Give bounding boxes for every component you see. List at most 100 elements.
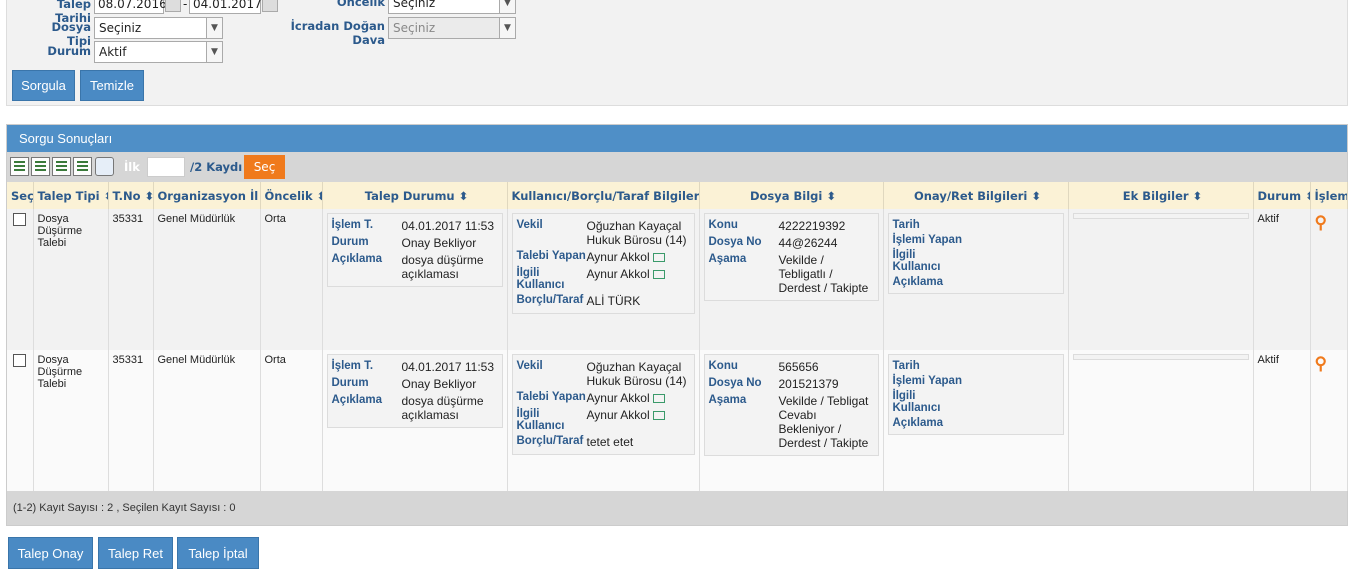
results-title: Sorgu Sonuçları [7,125,1347,152]
asama-label: Aşama [708,394,747,406]
talebi-yapan-label: Talebi Yapan [516,250,586,262]
oncelik-select[interactable]: Seçiniz ▼ [388,0,516,14]
chevron-down-icon: ▼ [206,42,222,62]
islem-t-value: 04.01.2017 11:53 [401,219,495,233]
icradan-label: İcradan Doğan Dava [290,19,385,47]
icradan-select[interactable]: Seçiniz ▼ [388,17,516,39]
talep-tipi: Dosya Düşürme Talebi [33,350,109,491]
ilk-input[interactable] [147,157,185,177]
sec-button[interactable]: Seç [244,155,285,179]
temizle-button[interactable]: Temizle [80,70,144,101]
dosya-tipi-value: Seçiniz [99,21,142,35]
organizasyon: Genel Müdürlük [153,350,261,491]
onay-aciklama-label: Açıklama [892,276,944,288]
vekil-label: Vekil [516,219,543,231]
ek-bilgiler-box [1072,354,1249,360]
asama-value: Vekilde / Tebligat Cevabı Bekleniyor / D… [778,394,869,450]
durum-value: Onay Bekliyor [401,377,477,391]
dosya-no-label: Dosya No [708,377,762,389]
export-icon[interactable] [52,157,71,176]
durum-select[interactable]: Aktif ▼ [94,41,223,63]
search-icon[interactable]: ⚲ [1315,213,1327,232]
durum-label: Durum [47,44,91,58]
col-kullanici[interactable]: Kullanıcı/Borçlu/Taraf Bilgileri ⬍ [507,182,700,209]
mail-icon[interactable] [652,253,665,263]
date-from-input[interactable]: 08.07.2016 [94,0,167,14]
col-ek-bilgiler[interactable]: Ek Bilgiler ⬍ [1068,182,1254,209]
dosya-no-label: Dosya No [708,236,762,248]
dosya-no-link[interactable]: 44@26244 [779,236,838,250]
col-durum[interactable]: Durum ⬍ [1253,182,1311,209]
tno: 35331 [108,350,154,491]
talebi-yapan-link[interactable]: Aynur Akkol [587,391,665,405]
oncelik-value: Seçiniz [393,0,436,10]
date-separator: - [183,0,188,11]
konu-value: 565656 [778,360,819,374]
dosya-tipi-select[interactable]: Seçiniz ▼ [94,17,223,39]
oncelik: Orta [260,350,323,491]
ilgili-link[interactable]: Aynur Akkol [587,267,665,291]
col-tno[interactable]: T.No ⬍ [108,182,154,209]
chevron-down-icon: ▼ [206,18,222,38]
ilgili-value[interactable]: Aynur Akkol [587,267,650,281]
export-icon[interactable] [73,157,92,176]
results-panel: Sorgu Sonuçları İlk /2 Kaydı Seç Seç Tal… [6,124,1348,526]
talebi-yapan-value[interactable]: Aynur Akkol [587,250,650,264]
kayit-label: /2 Kaydı [190,160,243,174]
results-footer: (1-2) Kayıt Sayısı : 2 , Seçilen Kayıt S… [7,491,1347,525]
ilk-label: İlk [124,160,140,174]
islemi-yapan-label: İşlemi Yapan [892,234,962,246]
col-dosya-bilgi[interactable]: Dosya Bilgi ⬍ [699,182,884,209]
table-row: Dosya Düşürme Talebi 35331 Genel Müdürlü… [7,350,1348,491]
borclu-label: Borçlu/Taraf [516,435,584,447]
konu-value: 4222219392 [778,219,846,233]
vekil-label: Vekil [516,360,543,372]
row-checkbox[interactable] [13,213,26,226]
row-checkbox[interactable] [13,354,26,367]
dosya-bilgi-box: Konu 4222219392 Dosya No 44@26244 Aşama Vek… [703,213,879,301]
durum-value: Aktif [99,45,127,59]
talep-onay-button[interactable]: Talep Onay [8,537,93,569]
table-header: Seç Talep Tipi ⬍ T.No ⬍ Organizasyon İl … [7,182,1348,209]
ilgili-link[interactable]: Aynur Akkol [587,408,665,432]
ek-bilgiler-box [1072,213,1249,219]
col-oncelik[interactable]: Öncelik ⬍ [260,182,323,209]
refresh-icon[interactable] [95,157,114,176]
talep-iptal-button[interactable]: Talep İptal [177,537,259,569]
mail-icon[interactable] [652,411,665,421]
date-to-input[interactable]: 04.01.2017 [189,0,262,14]
onay-ret-box: Tarih İşlemi Yapan İlgili Kullanıcı Açık… [887,213,1064,294]
sorgula-button[interactable]: Sorgula [12,70,75,101]
aciklama-label: Açıklama [331,394,383,406]
calendar-icon[interactable] [262,0,278,12]
col-onay-ret[interactable]: Onay/Ret Bilgileri ⬍ [883,182,1069,209]
borclu-label: Borçlu/Taraf [516,294,584,306]
col-organizasyon[interactable]: Organizasyon İl ⬍ [153,182,261,209]
durum-label: Durum [331,236,369,248]
ilgili-value[interactable]: Aynur Akkol [587,408,650,422]
calendar-icon[interactable] [165,0,181,12]
mail-icon[interactable] [652,394,665,404]
onay-ret-box: Tarih İşlemi Yapan İlgili Kullanıcı Açık… [887,354,1064,435]
results-table: Seç Talep Tipi ⬍ T.No ⬍ Organizasyon İl … [7,182,1348,491]
talebi-yapan-value[interactable]: Aynur Akkol [587,391,650,405]
borclu-value: tetet etet [586,435,634,449]
talep-ret-button[interactable]: Talep Ret [98,537,173,569]
islemi-yapan-label: İşlemi Yapan [892,375,962,387]
date-from-value: 08.07.2016 [98,0,167,11]
vekil-value: Oğuzhan Kayaçal Hukuk Bürosu (14) [586,219,687,247]
tarih-label: Tarih [892,219,920,231]
search-icon[interactable]: ⚲ [1315,354,1327,373]
export-icon[interactable] [31,157,50,176]
dosya-no-link[interactable]: 201521379 [779,377,839,391]
talebi-yapan-link[interactable]: Aynur Akkol [587,250,665,264]
col-talep-durumu[interactable]: Talep Durumu ⬍ [322,182,508,209]
col-talep-tipi[interactable]: Talep Tipi ⬍ [33,182,109,209]
talep-durumu-box: İşlem T. 04.01.2017 11:53 Durum Onay Bekli… [326,213,503,287]
borclu-value: ALİ TÜRK [586,294,641,308]
mail-icon[interactable] [652,270,665,280]
col-islem: İşlem [1310,182,1348,209]
asama-value: Vekilde / Tebligatlı / Derdest / Takipte [778,253,869,295]
ilgili-label: İlgili Kullanıcı [516,408,565,432]
export-icon[interactable] [10,157,29,176]
